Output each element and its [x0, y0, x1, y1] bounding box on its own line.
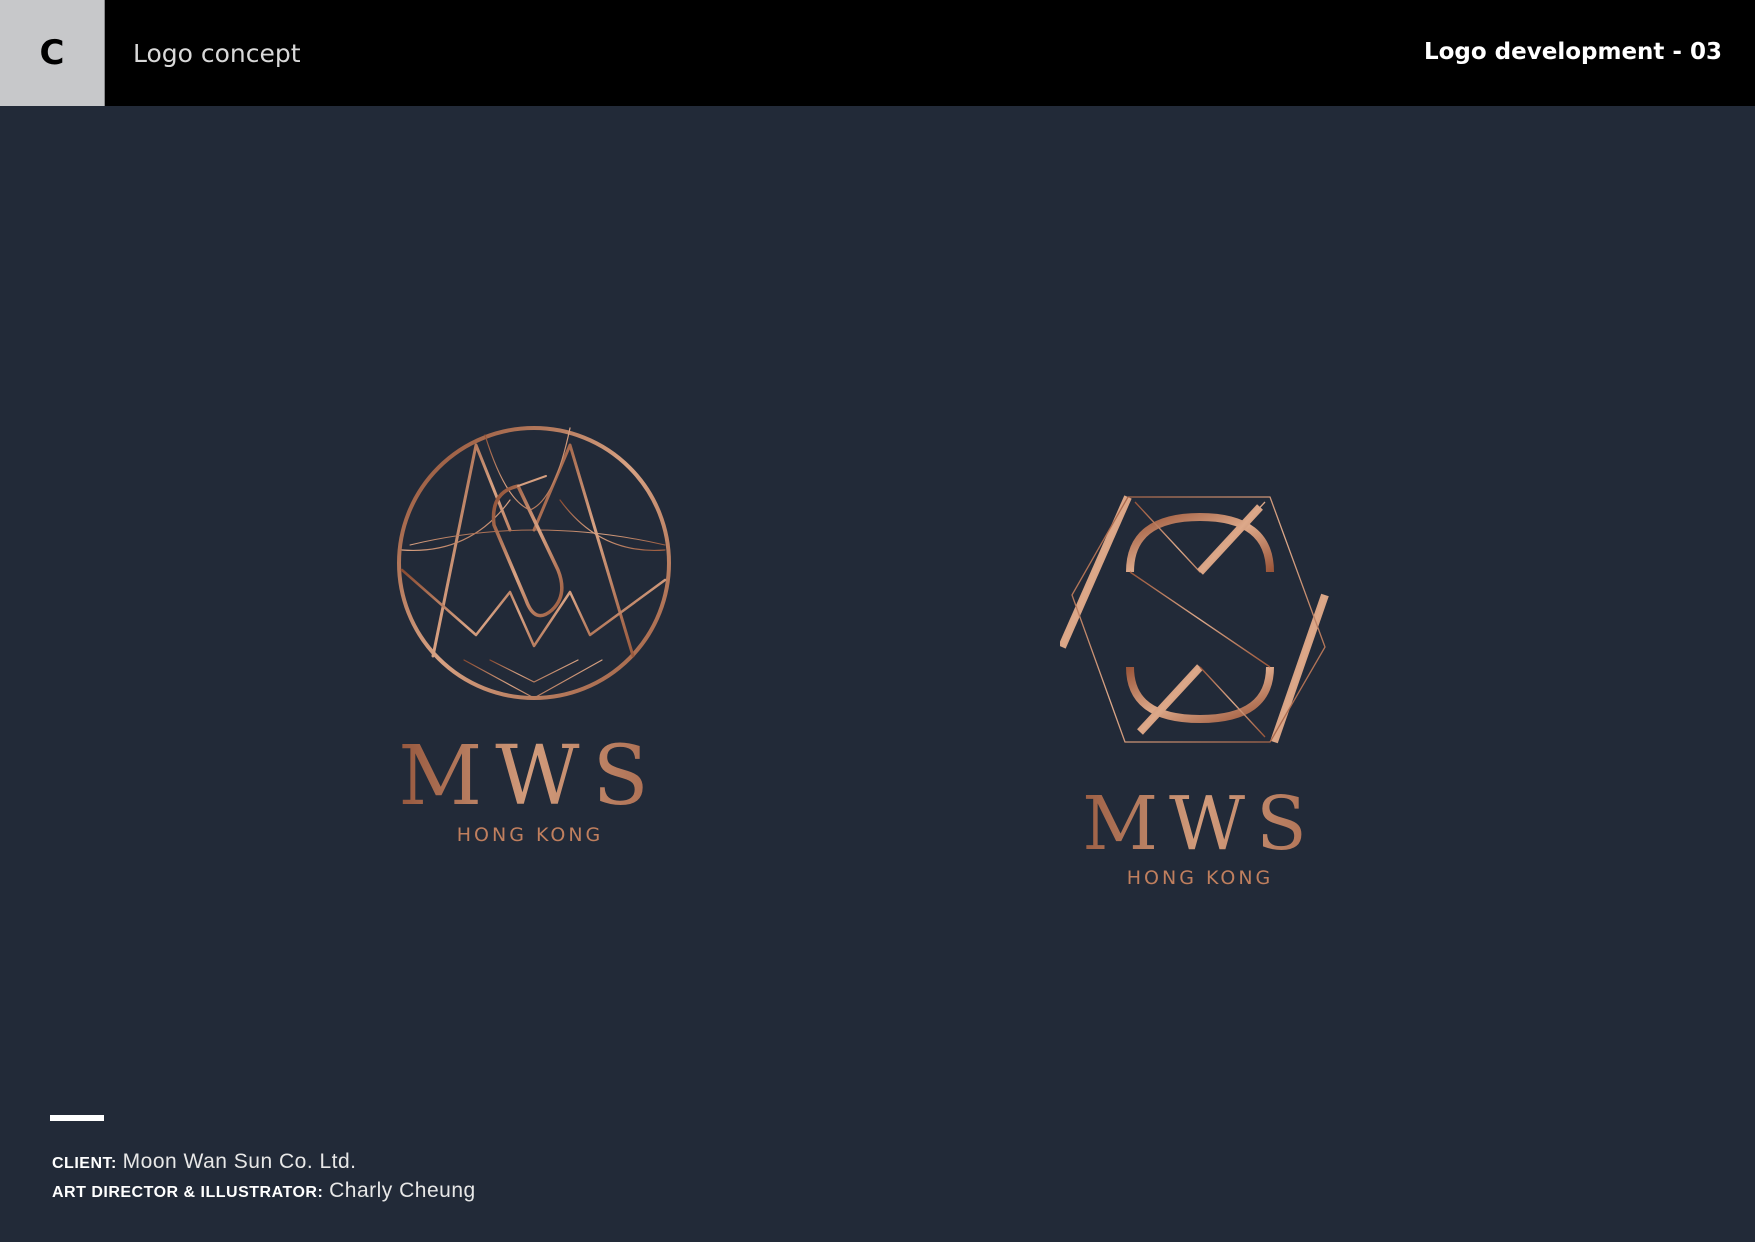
logo-circle-emblem [397, 426, 671, 700]
client-label: CLIENT: [52, 1155, 117, 1172]
logo1-wordmark: MWS HONG KONG [380, 732, 680, 847]
section-title: Logo concept [133, 39, 301, 68]
credit-director: ART DIRECTOR & ILLUSTRATOR: Charly Cheun… [52, 1177, 476, 1206]
section-badge: C [0, 0, 105, 106]
credits-block: CLIENT: Moon Wan Sun Co. Ltd. ART DIRECT… [52, 1148, 476, 1206]
logo2-wordmark: MWS HONG KONG [1050, 783, 1350, 889]
logo1-subtitle: HONG KONG [456, 824, 604, 846]
credit-client: CLIENT: Moon Wan Sun Co. Ltd. [52, 1148, 476, 1177]
section-badge-letter: C [39, 33, 65, 73]
director-value: Charly Cheung [329, 1179, 476, 1202]
page-label: Logo development - 03 [1423, 39, 1722, 65]
logo2-subtitle: HONG KONG [1126, 867, 1274, 889]
header-bar: C Logo concept Logo development - 03 [0, 0, 1755, 106]
director-label: ART DIRECTOR & ILLUSTRATOR: [52, 1184, 324, 1201]
logo2-name: MWS [1050, 783, 1350, 865]
credits-divider [50, 1115, 104, 1121]
client-value: Moon Wan Sun Co. Ltd. [122, 1150, 357, 1173]
logo1-name: MWS [380, 732, 680, 822]
logo-hexagon-emblem [1060, 495, 1329, 744]
